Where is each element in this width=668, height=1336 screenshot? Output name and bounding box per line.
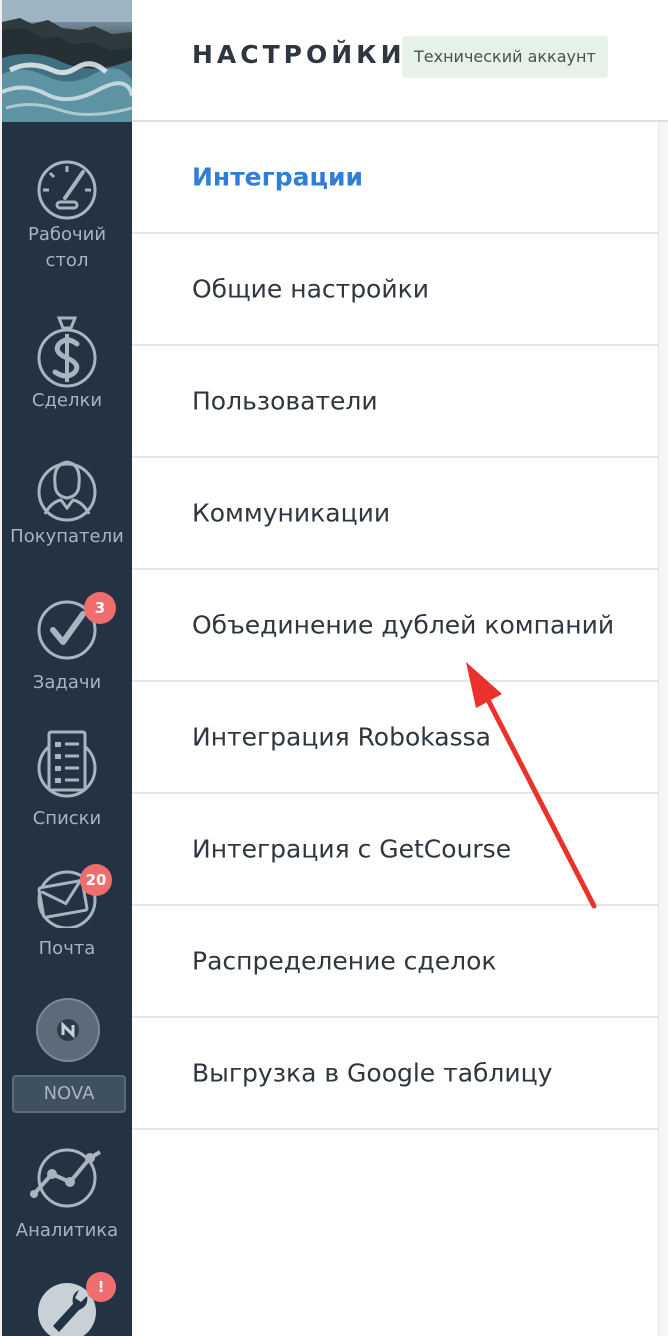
settings-menu: Интеграции Общие настройки Пользователи … <box>132 122 660 1130</box>
nova-logo-button[interactable] <box>36 998 100 1062</box>
left-navigation: Рабочий стол Сделки Покупатели Задачи 3 <box>0 0 132 1336</box>
settings-item-communications[interactable]: Коммуникации <box>132 458 660 570</box>
settings-item-getcourse[interactable]: Интеграция с GetCourse <box>132 794 660 906</box>
list-icon <box>37 730 97 798</box>
settings-item-label: Интеграция Robokassa <box>192 722 491 752</box>
nova-button[interactable]: NOVA <box>12 1075 126 1113</box>
seascape-photo <box>2 0 132 122</box>
settings-alert-badge: ! <box>86 1272 116 1302</box>
right-panel-edge <box>658 122 668 1336</box>
nav-item-customers[interactable]: Покупатели <box>2 456 132 550</box>
dashboard-gauge-icon <box>37 160 97 220</box>
analytics-icon <box>30 1148 102 1208</box>
nav-label-dashboard-line2: стол <box>45 250 89 271</box>
settings-item-label: Интеграции <box>192 162 364 192</box>
nav-item-dashboard[interactable]: Рабочий стол <box>2 158 132 274</box>
settings-item-deal-distribution[interactable]: Распределение сделок <box>132 906 660 1018</box>
nav-item-deals[interactable]: Сделки <box>2 314 132 414</box>
nav-label-customers: Покупатели <box>10 526 124 547</box>
nav-item-mail[interactable]: Почта <box>2 868 132 962</box>
settings-item-label: Выгрузка в Google таблицу <box>192 1058 553 1088</box>
settings-item-label: Объединение дублей компаний <box>192 610 615 640</box>
nav-label-tasks: Задачи <box>32 672 102 693</box>
settings-item-users[interactable]: Пользователи <box>132 346 660 458</box>
settings-item-merge-duplicates[interactable]: Объединение дублей компаний <box>132 570 660 682</box>
settings-item-label: Интеграция с GetCourse <box>192 834 512 864</box>
nav-item-analytics[interactable]: Аналитика <box>2 1148 132 1244</box>
settings-item-label: Коммуникации <box>192 498 391 528</box>
nova-icon <box>57 1019 79 1041</box>
page-header: НАСТРОЙКИ Технический аккаунт <box>132 0 668 122</box>
page-title: НАСТРОЙКИ <box>192 40 406 69</box>
settings-item-label: Общие настройки <box>192 274 429 304</box>
mail-count-badge: 20 <box>80 864 112 896</box>
settings-item-label: Пользователи <box>192 386 378 416</box>
tasks-count-badge: 3 <box>84 592 116 624</box>
nav-item-lists[interactable]: Списки <box>2 728 132 832</box>
settings-item-google-sheets-export[interactable]: Выгрузка в Google таблицу <box>132 1018 660 1130</box>
account-type-badge: Технический аккаунт <box>402 36 608 78</box>
settings-item-robokassa[interactable]: Интеграция Robokassa <box>132 682 660 794</box>
nav-label-deals: Сделки <box>31 390 103 411</box>
dollar-icon <box>37 316 97 388</box>
customer-icon <box>37 460 97 522</box>
avatar[interactable] <box>2 0 132 122</box>
nav-label-lists: Списки <box>32 808 102 829</box>
settings-item-general[interactable]: Общие настройки <box>132 234 660 346</box>
nav-label-mail: Почта <box>38 938 96 959</box>
settings-item-integrations[interactable]: Интеграции <box>132 122 660 234</box>
nav-label-dashboard-line1: Рабочий <box>27 224 107 245</box>
settings-item-label: Распределение сделок <box>192 946 497 976</box>
nav-label-analytics: Аналитика <box>15 1220 119 1241</box>
